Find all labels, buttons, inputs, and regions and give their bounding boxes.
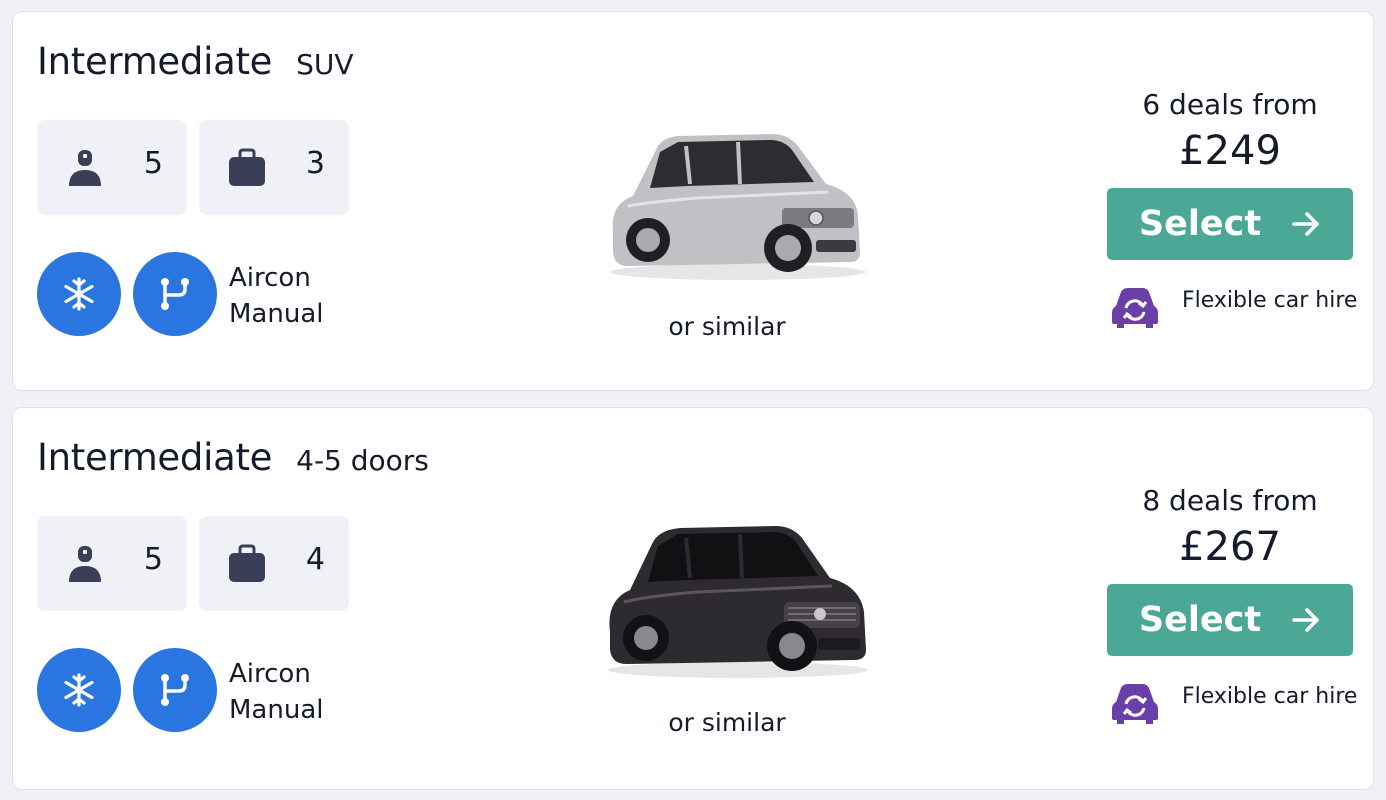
snowflake-icon xyxy=(64,277,94,311)
bags-count: 4 xyxy=(305,542,325,577)
feature-aircon: Aircon xyxy=(229,659,311,689)
flexible-car-icon xyxy=(1112,684,1158,724)
feature-transmission: Manual xyxy=(229,695,324,725)
car-class: Intermediate xyxy=(37,40,273,83)
feature-list: Aircon Manual xyxy=(229,656,323,728)
gearshift-icon xyxy=(161,278,189,310)
suitcase-icon xyxy=(229,148,265,186)
transmission-badge xyxy=(133,648,217,732)
suitcase-icon xyxy=(229,544,265,582)
flexible-hire-label: Flexible car hire xyxy=(1182,288,1358,313)
gearshift-icon xyxy=(161,674,189,706)
image-caption: or similar xyxy=(668,312,786,341)
snowflake-icon xyxy=(64,673,94,707)
seats-spec: 5 xyxy=(37,516,187,611)
car-type: SUV xyxy=(296,48,354,81)
car-card: Intermediate 4-5 doors 5 4 Aircon Manual… xyxy=(12,407,1374,790)
seats-count: 5 xyxy=(143,146,163,181)
car-image xyxy=(610,134,866,280)
deals-count: 6 deals from xyxy=(1142,88,1318,121)
aircon-badge xyxy=(37,648,121,732)
flexible-hire-label: Flexible car hire xyxy=(1182,684,1358,709)
aircon-badge xyxy=(37,252,121,336)
card-title: Intermediate 4-5 doors xyxy=(37,436,429,479)
select-button-label: Select xyxy=(1138,204,1262,244)
seats-count: 5 xyxy=(143,542,163,577)
car-image xyxy=(608,526,868,678)
feature-transmission: Manual xyxy=(229,299,324,329)
arrow-right-icon xyxy=(1292,212,1319,236)
bags-spec: 3 xyxy=(199,120,349,215)
flexible-car-icon xyxy=(1112,288,1158,328)
price: £249 xyxy=(1179,128,1281,174)
feature-aircon: Aircon xyxy=(229,263,311,293)
deals-count: 8 deals from xyxy=(1142,484,1318,517)
person-icon xyxy=(69,546,101,582)
card-title: Intermediate SUV xyxy=(37,40,354,83)
person-icon xyxy=(69,150,101,186)
arrow-right-icon xyxy=(1292,608,1319,632)
transmission-badge xyxy=(133,252,217,336)
select-button[interactable]: Select xyxy=(1107,584,1353,656)
select-button-label: Select xyxy=(1138,600,1262,640)
car-type: 4-5 doors xyxy=(296,444,429,477)
select-button[interactable]: Select xyxy=(1107,188,1353,260)
price: £267 xyxy=(1179,524,1281,570)
bags-count: 3 xyxy=(305,146,325,181)
bags-spec: 4 xyxy=(199,516,349,611)
image-caption: or similar xyxy=(668,708,786,737)
car-card: Intermediate SUV 5 3 Aircon Manual or si… xyxy=(12,11,1374,391)
seats-spec: 5 xyxy=(37,120,187,215)
car-class: Intermediate xyxy=(37,436,273,479)
feature-list: Aircon Manual xyxy=(229,260,323,332)
